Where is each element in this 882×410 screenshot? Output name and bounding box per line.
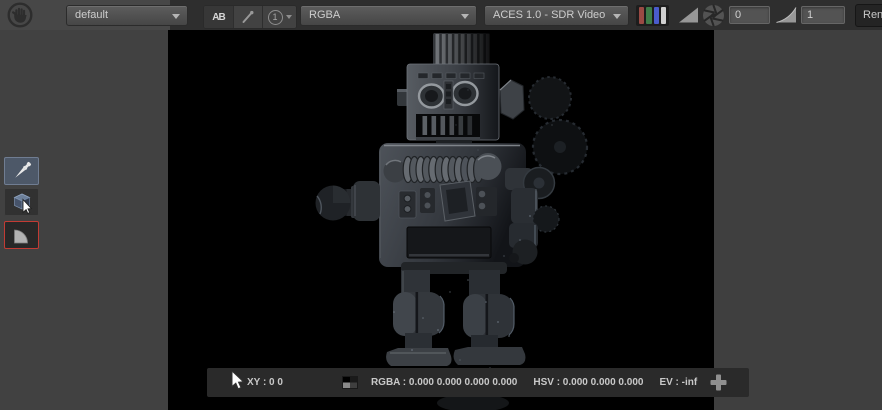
pixel-color-swatch xyxy=(343,377,357,388)
rgb-stripes-icon[interactable] xyxy=(636,5,669,26)
eyedropper-icon xyxy=(8,157,36,185)
brush-icon xyxy=(240,9,256,25)
version-number: 1 xyxy=(268,10,283,25)
pan-hand-icon[interactable] xyxy=(7,2,33,28)
ev-readout: EV : -inf xyxy=(659,377,697,388)
exposure-input[interactable]: 0 xyxy=(729,6,770,24)
ab-compare-button[interactable]: AB xyxy=(204,6,234,28)
colorspace-dropdown[interactable]: ACES 1.0 - SDR Video xyxy=(484,5,629,26)
right-panel xyxy=(714,30,882,410)
mouse-cursor xyxy=(231,371,245,392)
brush-button[interactable] xyxy=(234,6,263,28)
triangle-ramp-icon xyxy=(679,7,699,23)
preset-dropdown-value: default xyxy=(75,9,108,21)
plus-icon[interactable] xyxy=(709,373,728,392)
channel-dropdown-value: RGBA xyxy=(309,9,340,21)
chevron-down-icon xyxy=(461,14,469,19)
cube-cursor-icon xyxy=(8,188,36,216)
render-monitor-window: default AB 1 RGBA ACES 1.0 - SDR V xyxy=(0,0,882,410)
channel-dropdown[interactable]: RGBA xyxy=(300,5,477,26)
colorspace-dropdown-value: ACES 1.0 - SDR Video xyxy=(493,9,605,21)
select-3d-tool-button[interactable] xyxy=(4,188,39,216)
blue-channel-bar xyxy=(654,7,659,24)
hand-icon xyxy=(7,2,33,28)
alpha-channel-bar xyxy=(661,7,666,24)
hsv-readout: HSV : 0.000 0.000 0.000 xyxy=(533,377,643,388)
ab-compare-group: AB 1 xyxy=(203,5,297,29)
gamma-input[interactable]: 1 xyxy=(801,6,845,24)
left-panel xyxy=(0,30,168,410)
preset-dropdown[interactable]: default xyxy=(66,5,188,26)
red-channel-bar xyxy=(639,7,644,24)
pixel-readout-statusbar: XY : 0 0 RGBA : 0.000 0.000 0.000 0.000 … xyxy=(207,368,749,397)
roi-tool-button[interactable] xyxy=(4,221,39,249)
ab-label: AB xyxy=(212,12,224,23)
chevron-down-icon xyxy=(286,15,292,19)
render-viewport[interactable] xyxy=(168,30,714,410)
quarter-circle-icon xyxy=(8,221,36,249)
top-toolbar: default AB 1 RGBA ACES 1.0 - SDR V xyxy=(0,0,882,30)
rgba-readout: RGBA : 0.000 0.000 0.000 0.000 xyxy=(371,377,517,388)
aperture-icon[interactable] xyxy=(702,4,725,27)
curve-ramp-icon xyxy=(776,7,797,23)
green-channel-bar xyxy=(646,7,651,24)
xy-readout: XY : 0 0 xyxy=(247,377,283,388)
version-button[interactable]: 1 xyxy=(263,6,296,28)
chevron-down-icon xyxy=(172,14,180,19)
chevron-down-icon xyxy=(613,14,621,19)
render-button[interactable]: Render xyxy=(855,4,882,27)
color-picker-tool-button[interactable] xyxy=(4,157,39,185)
robot-render-image xyxy=(168,30,714,410)
